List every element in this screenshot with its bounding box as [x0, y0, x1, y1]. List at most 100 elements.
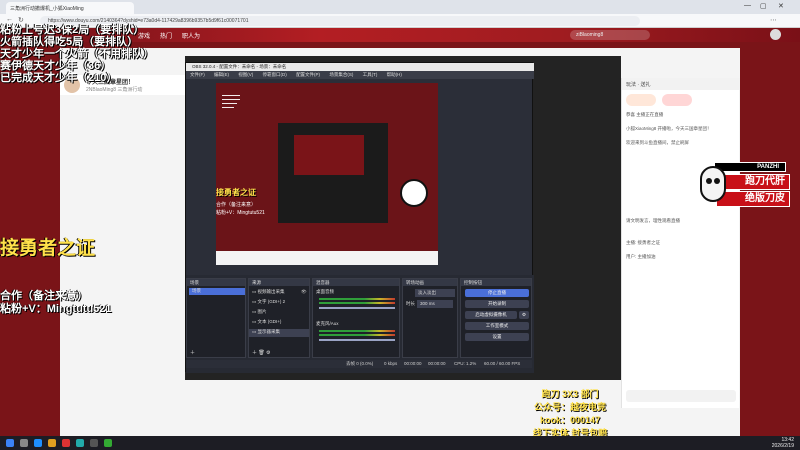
- chat-message: 请文明发言，理性观看直播: [626, 218, 680, 223]
- status-fps: 60.00 / 60.00 FPS: [484, 361, 521, 366]
- avatar[interactable]: [770, 29, 781, 40]
- rank-badge: [662, 94, 692, 106]
- obs-title: OBS 32.0.4 - 配置文件：未命名 - 场景：未命名: [186, 63, 534, 71]
- preview-coop: 合作（备注来意）: [216, 202, 257, 208]
- desktop-volume-meter-2: [319, 302, 395, 304]
- source-item[interactable]: ▭ 文本 (GDI+): [252, 319, 281, 325]
- overlay-line: 粘粉上号迟3保2局（要排队）: [0, 24, 145, 36]
- source-item[interactable]: ▭ 视频输出采集: [252, 289, 285, 295]
- source-item[interactable]: ▭ 文字 (GDI+) 2: [252, 299, 285, 305]
- menu-scene-collection[interactable]: 场景集合(S): [329, 72, 353, 77]
- overlay-line: 天才少年一个火箭（不用排队）: [0, 48, 154, 60]
- source-item[interactable]: ▭ 图片: [252, 309, 267, 315]
- sticker-brand: PANZHI: [714, 162, 786, 172]
- promo-line: 公众号：越夜电竞: [533, 402, 606, 412]
- clock-date: 2026/2/19: [771, 443, 794, 449]
- duration-label: 时长: [406, 301, 415, 306]
- menu-file[interactable]: 文件(F): [190, 72, 205, 77]
- preview-contact: 粘粉+V：Mingtutu521: [216, 210, 265, 216]
- menu-profile[interactable]: 配置文件(P): [296, 72, 320, 77]
- gear-icon[interactable]: ⚙: [519, 311, 529, 319]
- menu-edit[interactable]: 编辑(E): [214, 72, 229, 77]
- source-add-icon[interactable]: ＋ 🗑 ⚙: [252, 349, 271, 356]
- desktop-volume-slider[interactable]: [319, 307, 395, 309]
- overlay-queue-list: 粘粉上号迟3保2局（要排队） 火箭插队得吃5局（要排队） 天才少年一个火箭（不用…: [0, 24, 154, 84]
- desktop-volume-meter: [319, 298, 395, 300]
- back-icon[interactable]: ←: [6, 16, 13, 23]
- eye-icon[interactable]: 👁: [301, 289, 307, 295]
- status-dropped-frames: 丢帧 0 (0.0%): [346, 361, 374, 366]
- overlay-line: 火箭插队得吃5局（要排队）: [0, 36, 139, 48]
- scene-add-icon[interactable]: ＋: [190, 349, 195, 356]
- preview-taskbar: [216, 251, 438, 265]
- nav-item-pro[interactable]: 职人为: [182, 31, 200, 40]
- menu-help[interactable]: 帮助(H): [387, 72, 402, 77]
- refresh-icon[interactable]: ↻: [18, 16, 24, 24]
- menu-view[interactable]: 视图(V): [238, 72, 253, 77]
- preview-panda-sticker: [400, 179, 428, 207]
- obs-icon[interactable]: [90, 439, 98, 447]
- search-icon[interactable]: [20, 439, 28, 447]
- obs-preview[interactable]: ▬▬▬▬▬▬ ▬▬▬▬▬▬ ▬▬▬▬▬ ▬▬▬▬ 接勇者之证 合作（备注来意） 粘粉+…: [216, 83, 438, 265]
- chat-input[interactable]: [626, 390, 736, 402]
- mic-volume-meter-2: [319, 334, 395, 336]
- scenes-title: 场景: [187, 279, 245, 286]
- edge-icon[interactable]: [34, 439, 42, 447]
- source-item-selected[interactable]: ▭ 显示器采集: [249, 329, 309, 337]
- sources-title: 来源: [249, 279, 309, 286]
- rank-badge: [626, 94, 656, 106]
- overlay-contact: 粘粉+V：Mingtutu521: [0, 303, 112, 315]
- status-bitrate: 0 kbps: [384, 361, 398, 366]
- status-record-time: 00:00:00: [428, 361, 446, 366]
- room-meta: 2NBlaoMing8 三角洲行动: [86, 87, 143, 93]
- duration-input[interactable]: 300 ms: [417, 300, 453, 308]
- taskbar-clock: 13:42 2026/2/19: [772, 437, 794, 449]
- mixer-track-desktop: 桌面音频: [316, 289, 334, 294]
- preview-overlay-lines: ▬▬▬▬▬▬ ▬▬▬▬▬▬ ▬▬▬▬▬ ▬▬▬▬: [222, 93, 240, 109]
- nav-item-hot[interactable]: 热门: [160, 31, 172, 40]
- overlay-line: 已完成天才少年（210）: [0, 72, 118, 84]
- obs-statusbar: 丢帧 0 (0.0%) 0 kbps 00:00:00 00:00:00 CPU…: [186, 360, 532, 368]
- promo-line: 跑刀 3X3 部门: [541, 389, 599, 399]
- scene-item[interactable]: 场景: [189, 288, 245, 295]
- app-icon[interactable]: [76, 439, 84, 447]
- panzhi-sticker: PANZHI 跑刀代肝 绝版刀皮: [700, 162, 796, 212]
- browser-tab[interactable]: 三角洲行动撤爆机_小狐XiaoMing: [6, 2, 134, 14]
- sources-panel: 来源 ▭ 视频输出采集 ▭ 文字 (GDI+) 2 ▭ 图片 ▭ 文本 (GDI…: [248, 278, 310, 358]
- chat-message: 用户: 主播加油: [626, 254, 656, 259]
- maximize-icon[interactable]: ▢: [760, 2, 767, 10]
- mic-volume-meter: [319, 330, 395, 332]
- virtual-camera-button[interactable]: 启动虚拟摄像机: [465, 311, 517, 319]
- controls-title: 控制按钮: [461, 279, 531, 286]
- close-icon[interactable]: ✕: [778, 2, 784, 10]
- menu-tools[interactable]: 工具(T): [363, 72, 378, 77]
- stop-streaming-button[interactable]: 停止直播: [465, 289, 529, 297]
- wechat-icon[interactable]: [104, 439, 112, 447]
- taskbar: [0, 436, 800, 450]
- studio-mode-button[interactable]: 工作室模式: [465, 322, 529, 330]
- folder-icon[interactable]: [48, 439, 56, 447]
- app-icon[interactable]: [62, 439, 70, 447]
- site-search-input[interactable]: ziBlaoming8: [570, 30, 650, 40]
- windows-start-icon[interactable]: [6, 439, 14, 447]
- mic-volume-slider[interactable]: [319, 339, 395, 341]
- mixer-title: 混音器: [313, 279, 399, 286]
- chat-panel: 玩法 · 送礼 恭喜 主播正在直播 小狐XiaoMing8 开播啦，今天三国章星…: [621, 78, 740, 408]
- screen: 三角洲行动撤爆机_小狐XiaoMing — ▢ ✕ ← ↻ https://ww…: [0, 0, 800, 450]
- minimize-icon[interactable]: —: [744, 2, 751, 9]
- transition-select[interactable]: 淡入淡出: [415, 289, 455, 297]
- settings-button[interactable]: 设置: [465, 333, 529, 341]
- chat-header: 玩法 · 送礼: [622, 78, 740, 90]
- overlay-coop: 合作（备注来意）: [0, 290, 88, 302]
- more-icon[interactable]: ⋯: [770, 16, 777, 24]
- chat-message: 主播: 接勇者之证: [626, 240, 660, 245]
- sticker-line-2: 绝版刀皮: [716, 191, 790, 207]
- menu-docks[interactable]: 停靠窗口(D): [263, 72, 287, 77]
- overlay-line: 赛伊德天才少年（36）: [0, 60, 112, 72]
- sticker-line-1: 跑刀代肝: [716, 174, 790, 190]
- preview-nested-inner: [294, 135, 364, 175]
- chat-message: 小狐XiaoMing8 开播啦，今天三国章星团！: [626, 126, 712, 131]
- scenes-panel: 场景 场景 ＋: [186, 278, 246, 358]
- start-recording-button[interactable]: 开始录制: [465, 300, 529, 308]
- chat-message: 恭喜 主播正在直播: [626, 112, 664, 117]
